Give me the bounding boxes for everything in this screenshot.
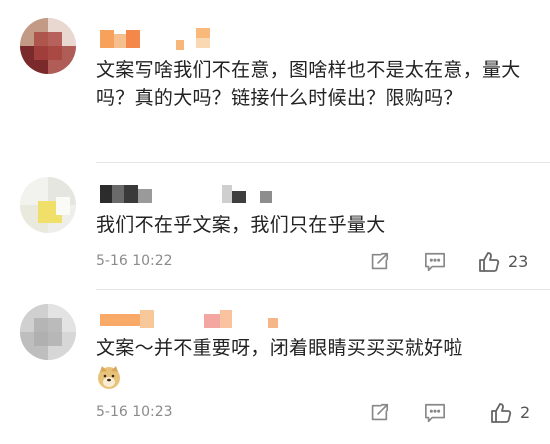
comment-meta: 5-16 10:23 2: [96, 398, 536, 428]
comment-icon[interactable]: [420, 247, 450, 277]
comment-1: 文案写啥我们不在意，图啥样也不是太在意，量大吗？真的大吗？链接什么时候出？限购吗…: [0, 0, 550, 160]
share-icon[interactable]: [364, 398, 394, 428]
avatar[interactable]: [20, 304, 76, 360]
comment-text: 文案写啥我们不在意，图啥样也不是太在意，量大吗？真的大吗？链接什么时候出？限购吗…: [96, 59, 521, 109]
share-icon[interactable]: [364, 247, 394, 277]
comment-3: 文案～并不重要呀，闭着眼睛买买买就好啦 5-16 10:23 2: [0, 290, 550, 444]
avatar[interactable]: [20, 18, 76, 74]
comment-meta: 5-16 10:22 23: [96, 247, 536, 277]
username[interactable]: [100, 28, 230, 50]
avatar[interactable]: [20, 177, 76, 233]
thumbs-up-icon[interactable]: [486, 398, 516, 428]
comment-icon[interactable]: [420, 398, 450, 428]
doge-emoji-icon: [96, 364, 122, 390]
comment-text: 我们不在乎文案，我们只在乎量大: [96, 214, 386, 236]
thumbs-up-icon[interactable]: [474, 247, 504, 277]
comment-text: 文案～并不重要呀，闭着眼睛买买买就好啦: [96, 337, 463, 359]
username[interactable]: [100, 308, 280, 330]
username[interactable]: [100, 183, 280, 205]
like-count: 23: [508, 252, 529, 271]
like-count: 2: [520, 403, 531, 422]
timestamp: 5-16 10:23: [96, 404, 173, 420]
timestamp: 5-16 10:22: [96, 253, 173, 269]
comment-2: 我们不在乎文案，我们只在乎量大 5-16 10:22 23: [0, 163, 550, 289]
